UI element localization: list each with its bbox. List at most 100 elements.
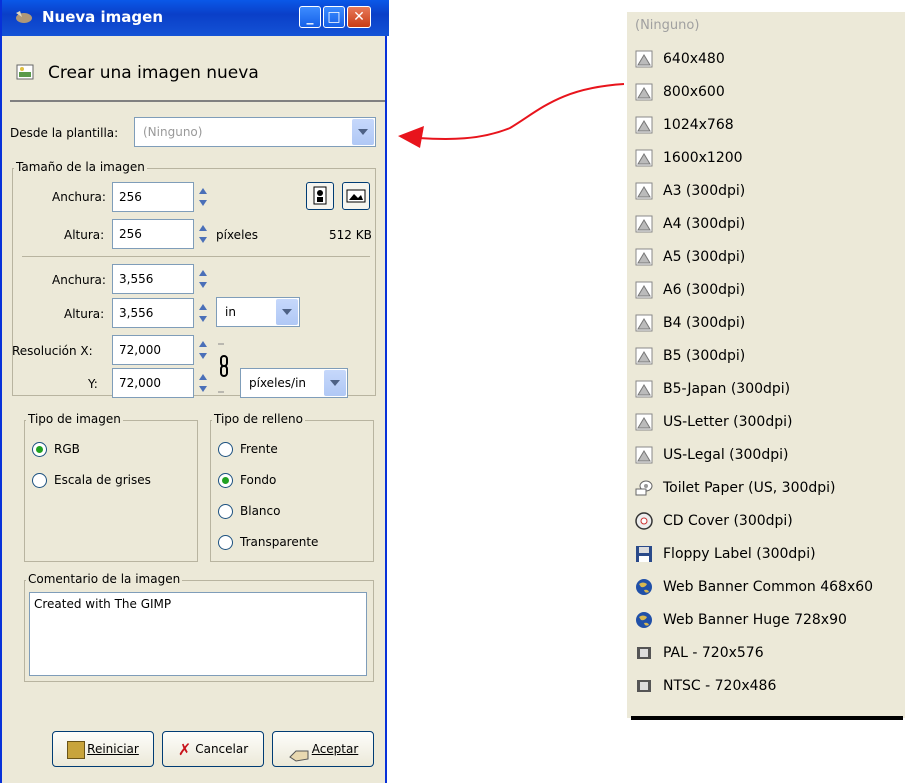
advanced-height-field[interactable]: 3,556 xyxy=(112,298,194,328)
radio-blanco-indicator[interactable] xyxy=(218,504,233,519)
ok-label: Aceptar xyxy=(311,742,359,756)
advanced-width-spinner[interactable] xyxy=(196,264,210,294)
cd-icon xyxy=(635,512,653,530)
radio-frente-label[interactable]: Frente xyxy=(240,442,278,456)
image-type-title: Tipo de imagen xyxy=(26,412,123,426)
document-icon xyxy=(635,413,653,431)
template-list-item-label: 640x480 xyxy=(663,51,725,67)
template-list-item[interactable]: Toilet Paper (US, 300dpi) xyxy=(627,474,905,502)
template-list-item-label: A3 (300dpi) xyxy=(663,183,746,199)
resolution-y-field[interactable]: 72,000 xyxy=(112,368,194,398)
template-list-item-label: PAL - 720x576 xyxy=(663,645,764,661)
template-list-item[interactable]: US-Letter (300dpi) xyxy=(627,408,905,436)
template-list-item[interactable]: 1600x1200 xyxy=(627,144,905,172)
globe-icon xyxy=(635,578,653,596)
advanced-height-spinner[interactable] xyxy=(196,298,210,328)
globe-icon xyxy=(635,611,653,629)
template-list-item[interactable]: NTSC - 720x486 xyxy=(627,672,905,700)
template-list-item[interactable]: US-Legal (300dpi) xyxy=(627,441,905,469)
template-list-item[interactable]: (Ninguno) xyxy=(627,12,905,40)
template-list-item-label: 1024x768 xyxy=(663,117,734,133)
landscape-button[interactable] xyxy=(342,182,370,210)
resolution-unit-combo[interactable]: píxeles/in xyxy=(240,368,348,398)
divider xyxy=(22,256,370,257)
new-image-dialog: Nueva imagen _ □ ✕ Crear una imagen nuev… xyxy=(0,0,389,783)
new-image-icon xyxy=(16,64,34,80)
height-field[interactable]: 256 xyxy=(112,219,194,249)
maximize-button[interactable]: □ xyxy=(323,6,345,28)
close-button[interactable]: ✕ xyxy=(347,6,371,28)
advanced-height-label: Altura: xyxy=(64,307,105,321)
radio-fondo-label[interactable]: Fondo xyxy=(240,473,276,487)
template-list-item-label: US-Legal (300dpi) xyxy=(663,447,789,463)
resolution-x-field[interactable]: 72,000 xyxy=(112,335,194,365)
template-list-item[interactable]: A4 (300dpi) xyxy=(627,210,905,238)
minimize-icon: _ xyxy=(306,9,314,25)
ok-button[interactable]: Aceptar xyxy=(272,731,374,767)
template-list-item[interactable]: Web Banner Huge 728x90 xyxy=(627,606,905,634)
title-bar[interactable]: Nueva imagen _ □ ✕ xyxy=(2,0,389,36)
minimize-button[interactable]: _ xyxy=(299,6,321,28)
resolution-unit-value: píxeles/in xyxy=(249,376,307,390)
template-list-item-label: US-Letter (300dpi) xyxy=(663,414,793,430)
advanced-width-field[interactable]: 3,556 xyxy=(112,264,194,294)
comment-textarea[interactable]: Created with The GIMP xyxy=(29,592,367,676)
document-icon xyxy=(635,215,653,233)
window-title: Nueva imagen xyxy=(42,8,164,26)
template-list-item[interactable]: Floppy Label (300dpi) xyxy=(627,540,905,568)
landscape-icon xyxy=(346,189,366,203)
width-field[interactable]: 256 xyxy=(112,182,194,212)
template-list-item[interactable]: A3 (300dpi) xyxy=(627,177,905,205)
template-list-item[interactable]: A6 (300dpi) xyxy=(627,276,905,304)
portrait-button[interactable] xyxy=(306,182,334,210)
template-list-item[interactable]: B5-Japan (300dpi) xyxy=(627,375,905,403)
toilet-paper-icon xyxy=(635,479,653,497)
radio-rgb-indicator[interactable] xyxy=(32,442,47,457)
reset-label: Reiniciar xyxy=(87,742,139,756)
template-list-item[interactable]: CD Cover (300dpi) xyxy=(627,507,905,535)
chain-link-icon[interactable] xyxy=(216,342,232,394)
reset-button[interactable]: Reiniciar xyxy=(52,731,154,767)
image-size-title: Tamaño de la imagen xyxy=(14,160,147,174)
ok-icon xyxy=(288,742,310,762)
template-list-item[interactable]: Web Banner Common 468x60 xyxy=(627,573,905,601)
maximize-icon: □ xyxy=(327,9,341,25)
template-list-item[interactable]: A5 (300dpi) xyxy=(627,243,905,271)
template-list-item-label: NTSC - 720x486 xyxy=(663,678,777,694)
template-list-item-label: Web Banner Huge 728x90 xyxy=(663,612,847,628)
film-icon xyxy=(635,677,653,695)
chevron-down-icon[interactable] xyxy=(352,119,374,145)
radio-rgb-label[interactable]: RGB xyxy=(54,442,80,456)
template-combo[interactable]: (Ninguno) xyxy=(134,117,376,147)
radio-grayscale-label[interactable]: Escala de grises xyxy=(54,473,151,487)
size-unit-combo[interactable]: in xyxy=(216,297,300,327)
image-type-group xyxy=(24,420,198,562)
fill-type-title: Tipo de relleno xyxy=(212,412,305,426)
radio-frente-indicator[interactable] xyxy=(218,442,233,457)
template-list-item[interactable]: 1024x768 xyxy=(627,111,905,139)
radio-transparente-label[interactable]: Transparente xyxy=(240,535,318,549)
width-label: Anchura: xyxy=(52,190,106,204)
resolution-y-spinner[interactable] xyxy=(196,368,210,398)
template-list-item[interactable]: PAL - 720x576 xyxy=(627,639,905,667)
resolution-x-spinner[interactable] xyxy=(196,335,210,365)
chevron-down-icon[interactable] xyxy=(276,299,298,325)
template-list-item-label: A4 (300dpi) xyxy=(663,216,746,232)
template-list-item[interactable]: B4 (300dpi) xyxy=(627,309,905,337)
resolution-x-label: Resolución X: xyxy=(12,344,93,358)
template-list-item-label: B5 (300dpi) xyxy=(663,348,746,364)
radio-grayscale-indicator[interactable] xyxy=(32,473,47,488)
radio-transparente-indicator[interactable] xyxy=(218,535,233,550)
template-list-item[interactable]: 640x480 xyxy=(627,45,905,73)
template-list-item-label: A6 (300dpi) xyxy=(663,282,746,298)
height-spinner[interactable] xyxy=(196,219,210,249)
chevron-down-icon[interactable] xyxy=(324,370,346,396)
cancel-button[interactable]: ✗ Cancelar xyxy=(162,731,264,767)
width-spinner[interactable] xyxy=(196,182,210,212)
template-list-item[interactable]: B5 (300dpi) xyxy=(627,342,905,370)
radio-blanco-label[interactable]: Blanco xyxy=(240,504,280,518)
template-list-item[interactable]: 800x600 xyxy=(627,78,905,106)
document-icon xyxy=(635,314,653,332)
radio-fondo-indicator[interactable] xyxy=(218,473,233,488)
dialog-heading: Crear una imagen nueva xyxy=(48,63,259,83)
